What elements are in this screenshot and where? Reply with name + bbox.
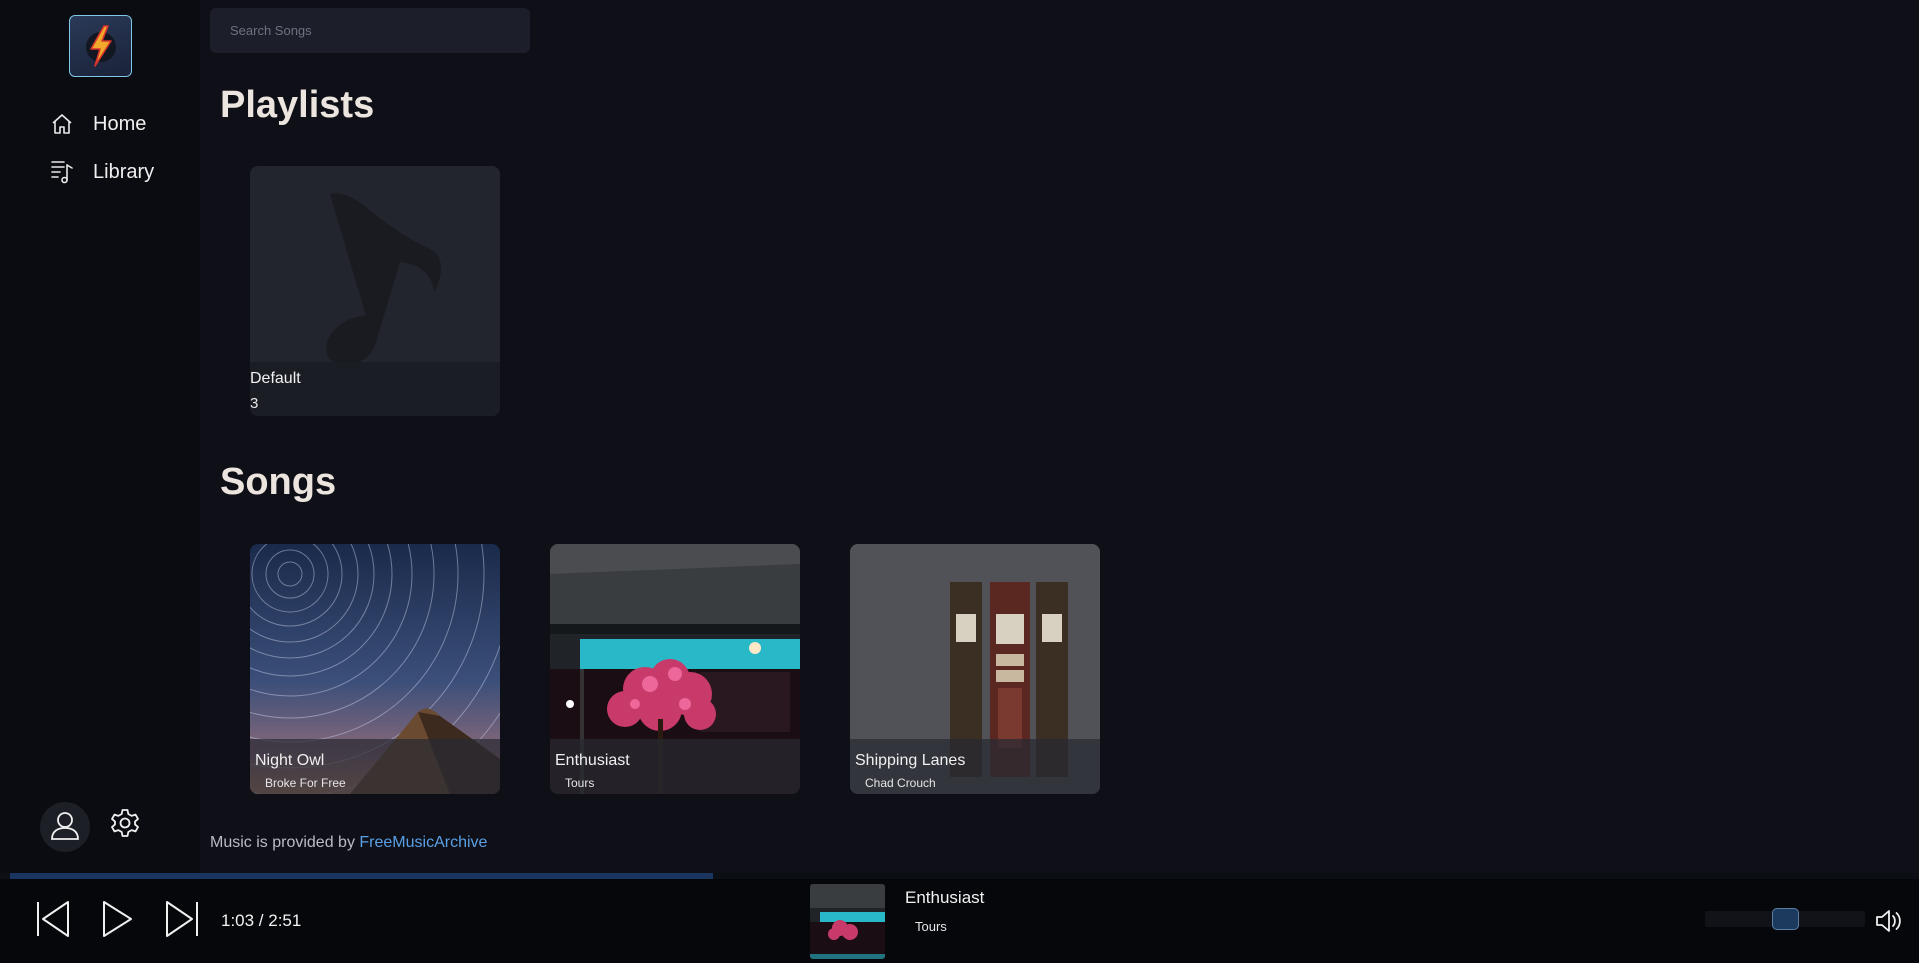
skip-next-icon <box>163 899 201 944</box>
music-credit: Music is provided by FreeMusicArchive <box>210 834 487 852</box>
volume-slider[interactable] <box>1705 908 1865 930</box>
sidebar: Home Library <box>0 0 200 873</box>
song-card-shipping-lanes[interactable]: Shipping Lanes Chad Crouch <box>850 544 1100 794</box>
previous-button[interactable] <box>33 899 73 944</box>
skip-previous-icon <box>34 899 72 944</box>
playlist-card-default[interactable]: Default 3 <box>250 166 500 416</box>
song-title: Night Owl <box>255 752 325 769</box>
now-playing-artwork[interactable] <box>810 884 885 959</box>
account-button[interactable] <box>40 802 90 852</box>
freemusicarchive-link[interactable]: FreeMusicArchive <box>359 834 487 851</box>
playlist-name: Default <box>250 370 301 387</box>
song-card-enthusiast[interactable]: Enthusiast Tours <box>550 544 800 794</box>
song-artist: Broke For Free <box>265 776 346 790</box>
card-caption: Shipping Lanes Chad Crouch <box>850 739 1100 794</box>
search-input[interactable] <box>210 8 530 53</box>
gear-icon <box>109 807 141 844</box>
play-button[interactable] <box>97 899 137 944</box>
play-icon <box>100 899 134 944</box>
settings-button[interactable] <box>108 808 142 842</box>
sidebar-item-library[interactable]: Library <box>48 158 154 186</box>
sidebar-item-home[interactable]: Home <box>48 110 146 138</box>
song-title: Enthusiast <box>555 752 630 769</box>
card-caption: Enthusiast Tours <box>550 739 800 794</box>
songs-heading: Songs <box>220 461 337 503</box>
card-caption: Default 3 <box>250 362 500 416</box>
library-icon <box>48 158 76 186</box>
playlists-heading: Playlists <box>220 84 375 126</box>
music-note-icon <box>326 193 442 362</box>
user-icon <box>48 808 82 847</box>
app-logo[interactable] <box>69 15 132 77</box>
credit-text: Music is provided by <box>210 834 360 851</box>
sidebar-item-label: Home <box>93 112 147 135</box>
card-caption: Night Owl Broke For Free <box>250 739 500 794</box>
sidebar-item-label: Library <box>93 160 155 183</box>
song-card-night-owl[interactable]: Night Owl Broke For Free <box>250 544 500 794</box>
home-icon <box>48 110 76 138</box>
app-root: Home Library Search Songs Playlists Defa… <box>0 0 1919 963</box>
song-title: Shipping Lanes <box>855 752 966 769</box>
next-button[interactable] <box>162 899 202 944</box>
playback-time: 1:03 / 2:51 <box>221 911 302 930</box>
volume-slider-thumb[interactable] <box>1772 908 1799 930</box>
volume-icon[interactable] <box>1874 906 1904 936</box>
playlist-song-count: 3 <box>250 395 259 412</box>
song-artist: Chad Crouch <box>865 776 936 790</box>
player-bar: 1:03 / 2:51 Enthusiast Tours <box>0 879 1919 963</box>
now-playing-title: Enthusiast <box>905 888 985 907</box>
now-playing-artist: Tours <box>915 919 947 934</box>
song-artist: Tours <box>565 776 595 790</box>
